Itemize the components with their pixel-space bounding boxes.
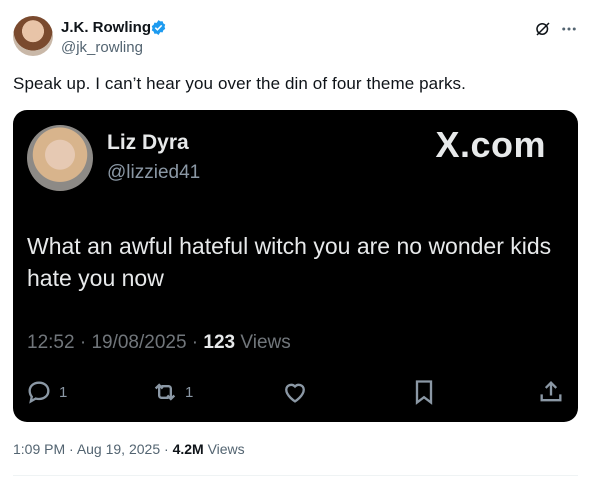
reply-icon xyxy=(28,381,50,404)
bookmark-icon xyxy=(415,380,433,405)
tweet-views-label[interactable]: Views xyxy=(208,441,245,457)
embedded-date: 19/08/2025 xyxy=(91,332,187,353)
embedded-reply: 1 xyxy=(25,378,67,406)
repost-icon xyxy=(154,383,176,401)
grok-icon[interactable] xyxy=(534,20,552,38)
embedded-views-label: Views xyxy=(240,332,291,353)
embedded-repost: 1 xyxy=(151,378,193,406)
divider xyxy=(13,475,578,476)
embedded-actions: 1 1 xyxy=(13,378,578,408)
tweet-timestamp[interactable]: 1:09 PM · Aug 19, 2025 · 4.2M Views xyxy=(13,441,245,457)
embedded-name: Liz Dyra xyxy=(107,131,189,154)
more-icon[interactable] xyxy=(560,20,578,38)
embedded-repost-count: 1 xyxy=(185,383,194,401)
embedded-meta: 12:52 · 19/08/2025 · 123 Views xyxy=(27,332,291,353)
xcom-brand: X.com xyxy=(435,124,546,165)
tweet-text: Speak up. I can’t hear you over the din … xyxy=(13,74,466,93)
heart-icon xyxy=(285,383,305,403)
tweet-views-count[interactable]: 4.2M xyxy=(173,441,204,457)
embedded-reply-count: 1 xyxy=(59,383,68,401)
tweet-time[interactable]: 1:09 PM xyxy=(13,441,65,457)
embedded-bookmark xyxy=(410,378,438,406)
embedded-share xyxy=(537,378,565,406)
verified-badge-icon xyxy=(151,20,166,35)
tweet-date[interactable]: Aug 19, 2025 xyxy=(77,441,160,457)
embedded-handle: @lizzied41 xyxy=(107,162,201,183)
embedded-post-image[interactable]: Liz Dyra @lizzied41 X.com What an awful … xyxy=(13,110,578,422)
embedded-like xyxy=(281,378,309,406)
embedded-text: What an awful hateful witch you are no w… xyxy=(27,233,552,291)
share-icon xyxy=(540,381,562,402)
author-handle[interactable]: @jk_rowling xyxy=(61,39,143,56)
author-name[interactable]: J.K. Rowling xyxy=(61,19,151,36)
author-avatar[interactable] xyxy=(13,16,53,56)
embedded-views-count: 123 xyxy=(203,332,236,353)
embedded-avatar xyxy=(27,125,93,191)
embedded-time: 12:52 xyxy=(27,332,75,353)
